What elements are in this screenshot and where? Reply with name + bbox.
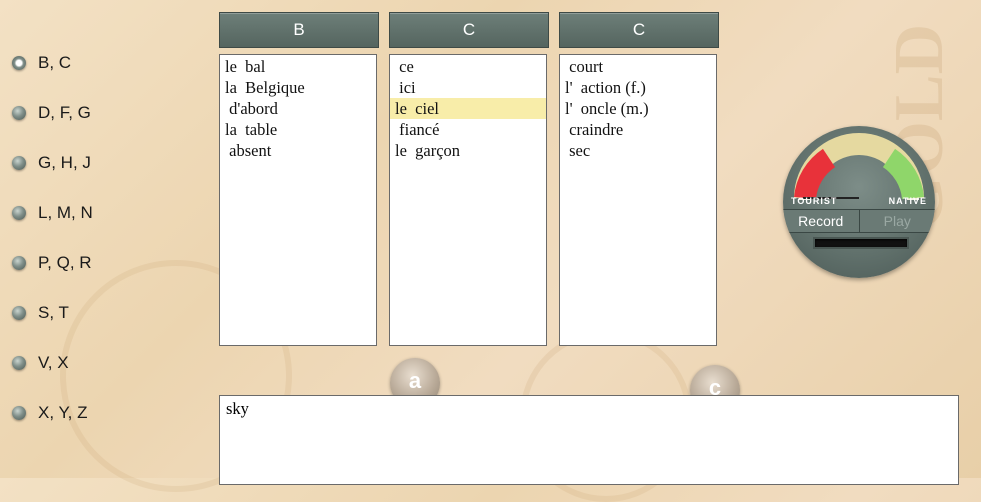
letter-group-label: B, C: [38, 53, 72, 72]
radio-button-icon[interactable]: [12, 256, 26, 270]
pronunciation-meter: TOURIST NATIVE Record Play: [783, 126, 935, 278]
word-list-item[interactable]: craindre: [560, 119, 716, 140]
radio-button-icon[interactable]: [12, 56, 26, 70]
letter-group-option[interactable]: X, Y, Z: [12, 388, 93, 438]
letter-group-label: D, F, G: [38, 103, 91, 122]
radio-button-icon[interactable]: [12, 156, 26, 170]
letter-group-option[interactable]: G, H, J: [12, 138, 93, 188]
word-list-3[interactable]: court l' action (f.) l' oncle (m.) craindr…: [559, 54, 717, 346]
word-list-1[interactable]: le bal la Belgique d'abord la table absent: [219, 54, 377, 346]
meter-right-label: NATIVE: [888, 196, 927, 206]
word-list-item[interactable]: le ciel: [390, 98, 546, 119]
radio-button-icon[interactable]: [12, 406, 26, 420]
word-list-item[interactable]: la table: [220, 119, 376, 140]
word-list-item[interactable]: fiancé: [390, 119, 546, 140]
letter-group-option[interactable]: P, Q, R: [12, 238, 93, 288]
letter-group-list: B, C D, F, G G, H, J L, M, N P, Q, R S, T V, X…: [12, 38, 93, 438]
word-list-item[interactable]: ce: [390, 56, 546, 77]
column-header-1[interactable]: B: [219, 12, 379, 48]
word-list-item[interactable]: la Belgique: [220, 77, 376, 98]
radio-button-icon[interactable]: [12, 206, 26, 220]
letter-group-option[interactable]: D, F, G: [12, 88, 93, 138]
letter-group-option[interactable]: L, M, N: [12, 188, 93, 238]
letter-group-option[interactable]: V, X: [12, 338, 93, 388]
word-list-2[interactable]: ce ici le ciel fiancé le garçon: [389, 54, 547, 346]
letter-group-option[interactable]: B, C: [12, 38, 93, 88]
recording-level-bar: [813, 237, 909, 249]
letter-group-option[interactable]: S, T: [12, 288, 93, 338]
meter-left-label: TOURIST: [791, 196, 838, 206]
word-list-item[interactable]: l' action (f.): [560, 77, 716, 98]
word-list-item[interactable]: l' oncle (m.): [560, 98, 716, 119]
word-list-item[interactable]: le garçon: [390, 140, 546, 161]
word-list-item[interactable]: court: [560, 56, 716, 77]
radio-button-icon[interactable]: [12, 356, 26, 370]
radio-button-icon[interactable]: [12, 306, 26, 320]
word-list-item[interactable]: le bal: [220, 56, 376, 77]
letter-group-label: S, T: [38, 303, 69, 322]
column-header-2[interactable]: C: [389, 12, 549, 48]
radio-button-icon[interactable]: [12, 106, 26, 120]
record-button[interactable]: Record: [783, 210, 860, 232]
letter-group-label: V, X: [38, 353, 69, 372]
letter-group-label: P, Q, R: [38, 253, 92, 272]
letter-group-label: X, Y, Z: [38, 403, 88, 422]
word-list-item[interactable]: d'abord: [220, 98, 376, 119]
play-button[interactable]: Play: [860, 210, 936, 232]
word-list-item[interactable]: absent: [220, 140, 376, 161]
word-list-item[interactable]: ici: [390, 77, 546, 98]
translation-text-area: sky: [219, 395, 959, 485]
letter-group-label: L, M, N: [38, 203, 93, 222]
letter-group-label: G, H, J: [38, 153, 91, 172]
word-list-item[interactable]: sec: [560, 140, 716, 161]
column-header-3[interactable]: C: [559, 12, 719, 48]
